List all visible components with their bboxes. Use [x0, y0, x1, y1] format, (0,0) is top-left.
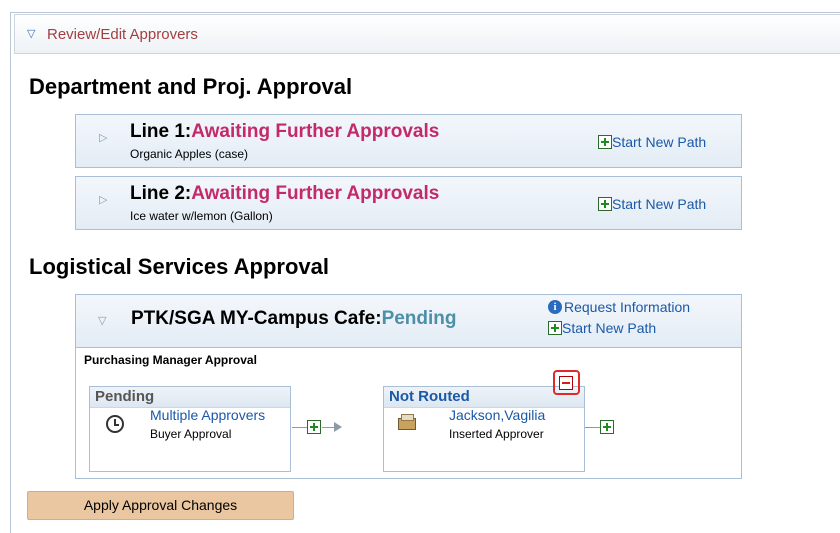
clock-icon [106, 415, 124, 433]
stage-label: Purchasing Manager Approval [84, 353, 257, 367]
add-icon[interactable] [598, 197, 612, 211]
cafe-approval-box: ▽ PTK/SGA MY-Campus Cafe:Pending i Reques… [75, 294, 742, 479]
section-title-logistics: Logistical Services Approval [29, 254, 329, 279]
apply-approval-changes-button[interactable]: Apply Approval Changes [27, 491, 294, 520]
cafe-status: Pending [381, 308, 457, 329]
approver-role: Inserted Approver [449, 427, 544, 441]
connector-line [585, 427, 600, 428]
line-2-title: Line 2:Awaiting Further Approvals [130, 183, 440, 204]
approver-link[interactable]: Multiple Approvers [150, 407, 265, 423]
line-1-box: ▷ Line 1:Awaiting Further Approvals Orga… [75, 114, 742, 168]
expand-triangle-icon[interactable]: ▷ [99, 131, 107, 144]
step-pending: Pending Multiple Approvers Buyer Approva… [89, 386, 291, 472]
line-1-item: Organic Apples (case) [130, 147, 249, 161]
expand-triangle-icon[interactable]: ▷ [99, 193, 107, 206]
line-2-start-new-path[interactable]: Start New Path [598, 196, 706, 212]
start-new-path-label[interactable]: Start New Path [612, 134, 706, 150]
cafe-start-new-path[interactable]: Start New Path [548, 320, 656, 336]
connector-line [292, 427, 307, 428]
review-edit-approvers-link[interactable]: Review/Edit Approvers [47, 26, 198, 43]
collapse-triangle-icon[interactable]: ▽ [27, 27, 35, 40]
section-title-dept: Department and Proj. Approval [29, 74, 353, 99]
approver-link[interactable]: Jackson,Vagilia [449, 407, 545, 423]
add-icon[interactable] [598, 135, 612, 149]
info-icon[interactable]: i [548, 300, 562, 314]
review-edit-approvers-header[interactable]: ▽ Review/Edit Approvers [14, 14, 840, 54]
line-1-status: Awaiting Further Approvals [191, 121, 440, 142]
approver-role: Buyer Approval [150, 427, 232, 441]
request-information-link[interactable]: i Request Information [548, 299, 690, 315]
inbox-tray-icon [398, 414, 416, 430]
line-2-item: Ice water w/lemon (Gallon) [130, 209, 273, 223]
remove-approver-icon[interactable] [559, 376, 573, 390]
start-new-path-label[interactable]: Start New Path [612, 196, 706, 212]
insert-approver-add-icon[interactable] [307, 420, 321, 434]
start-new-path-label[interactable]: Start New Path [562, 320, 656, 336]
request-information-label[interactable]: Request Information [564, 299, 690, 315]
line-1-title: Line 1:Awaiting Further Approvals [130, 121, 440, 142]
line-1-start-new-path[interactable]: Start New Path [598, 134, 706, 150]
add-icon[interactable] [548, 321, 562, 335]
step-not-routed: Not Routed Jackson,Vagilia Inserted Appr… [383, 386, 585, 472]
step-status: Pending [90, 387, 290, 408]
cafe-title: PTK/SGA MY-Campus Cafe:Pending [131, 308, 457, 329]
collapse-triangle-icon[interactable]: ▽ [98, 314, 106, 327]
line-2-box: ▷ Line 2:Awaiting Further Approvals Ice … [75, 176, 742, 230]
cafe-header: ▽ PTK/SGA MY-Campus Cafe:Pending i Reques… [76, 295, 741, 348]
line-2-status: Awaiting Further Approvals [191, 183, 440, 204]
insert-approver-add-icon[interactable] [600, 420, 614, 434]
arrow-icon [334, 422, 342, 432]
